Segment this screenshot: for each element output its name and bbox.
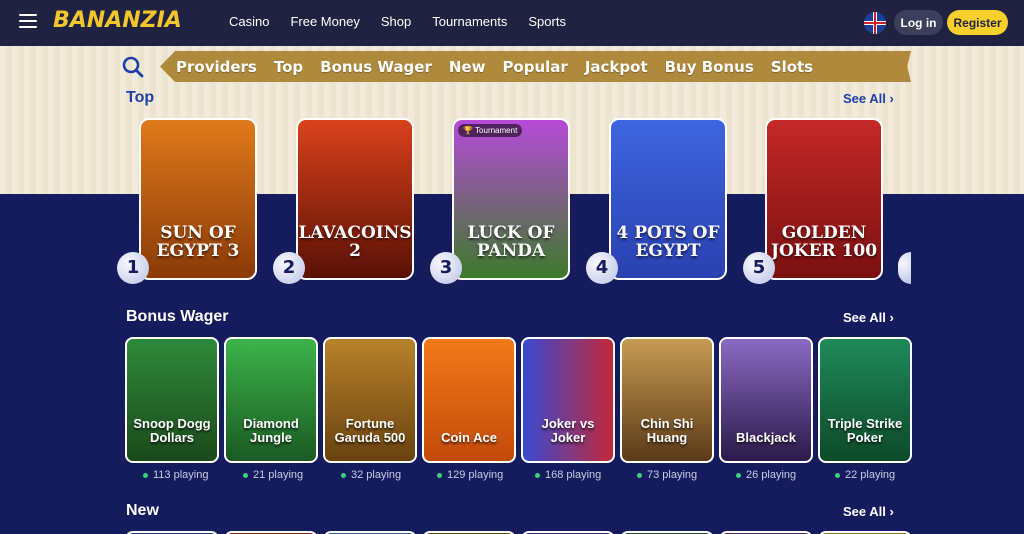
see-all-label: See All: [843, 91, 886, 106]
playing-count: 32 playing: [341, 469, 401, 481]
top-header: BANANZIA Casino Free Money Shop Tourname…: [0, 0, 1024, 46]
game-title: Joker vs Joker: [541, 416, 595, 445]
game-title: Snoop Dogg Dollars: [133, 416, 211, 445]
register-button[interactable]: Register: [947, 10, 1008, 35]
section-title-bonus-wager: Bonus Wager: [126, 308, 229, 325]
category-buy-bonus[interactable]: Buy Bonus: [665, 58, 754, 76]
game-card-bonus-1[interactable]: Snoop Dogg Dollars: [125, 337, 219, 463]
chevron-right-icon: ›: [889, 504, 894, 519]
chevron-right-icon: ›: [889, 310, 894, 325]
trophy-icon: 🏆: [463, 126, 473, 135]
game-card-top-1[interactable]: SUN OF EGYPT 3: [139, 118, 257, 280]
online-dot-icon: [437, 472, 442, 478]
main-nav: Casino Free Money Shop Tournaments Sport…: [229, 14, 587, 29]
playing-count: 129 playing: [437, 469, 503, 481]
playing-label: 113 playing: [153, 469, 209, 481]
playing-label: 21 playing: [253, 469, 304, 481]
game-title: SUN OF EGYPT 3: [156, 223, 240, 261]
category-top[interactable]: Top: [274, 58, 303, 76]
category-providers[interactable]: Providers: [176, 58, 257, 76]
tournament-badge-label: Tournament: [475, 126, 518, 135]
rank-badge-partial: [898, 252, 911, 284]
game-card-bonus-5[interactable]: Joker vs Joker: [521, 337, 615, 463]
category-popular[interactable]: Popular: [502, 58, 567, 76]
playing-count: 168 playing: [535, 469, 601, 481]
nav-free-money[interactable]: Free Money: [290, 14, 359, 29]
playing-label: 168 playing: [545, 469, 602, 481]
game-card-top-5[interactable]: GOLDEN JOKER 100: [765, 118, 883, 280]
rank-badge: 1: [117, 252, 149, 284]
login-button[interactable]: Log in: [894, 10, 943, 35]
online-dot-icon: [243, 472, 248, 478]
game-title: GOLDEN JOKER 100: [770, 223, 878, 261]
rank-badge: 2: [273, 252, 305, 284]
online-dot-icon: [341, 472, 346, 478]
nav-shop[interactable]: Shop: [381, 14, 411, 29]
playing-count: 113 playing: [143, 469, 208, 481]
game-title: Fortune Garuda 500: [334, 416, 406, 445]
menu-icon[interactable]: [19, 14, 37, 30]
playing-label: 32 playing: [351, 469, 402, 481]
game-card-bonus-2[interactable]: Diamond Jungle: [224, 337, 318, 463]
category-slots[interactable]: Slots: [771, 58, 813, 76]
online-dot-icon: [736, 472, 741, 478]
see-all-label: See All: [843, 504, 886, 519]
game-title: Diamond Jungle: [243, 416, 299, 445]
chevron-right-icon: ›: [889, 91, 894, 106]
see-all-new[interactable]: See All ›: [843, 504, 894, 519]
game-card-bonus-4[interactable]: Coin Ace: [422, 337, 516, 463]
playing-count: 22 playing: [835, 469, 895, 481]
rank-badge: 3: [430, 252, 462, 284]
online-dot-icon: [637, 472, 642, 478]
see-all-label: See All: [843, 310, 886, 325]
game-card-top-3[interactable]: 🏆 Tournament LUCK OF PANDA: [452, 118, 570, 280]
nav-sports[interactable]: Sports: [528, 14, 566, 29]
nav-tournaments[interactable]: Tournaments: [432, 14, 507, 29]
game-title: LUCK OF PANDA: [467, 223, 555, 261]
playing-label: 73 playing: [647, 469, 698, 481]
game-card-bonus-6[interactable]: Chin Shi Huang: [620, 337, 714, 463]
online-dot-icon: [835, 472, 840, 478]
game-card-bonus-3[interactable]: Fortune Garuda 500: [323, 337, 417, 463]
game-title: LAVACOINS 2: [298, 223, 412, 261]
category-new[interactable]: New: [449, 58, 486, 76]
playing-count: 73 playing: [637, 469, 697, 481]
rank-badge: 4: [586, 252, 618, 284]
game-title: Blackjack: [736, 430, 796, 445]
rank-badge: 5: [743, 252, 775, 284]
game-title: Coin Ace: [441, 430, 497, 445]
playing-label: 129 playing: [447, 469, 504, 481]
nav-casino[interactable]: Casino: [229, 14, 269, 29]
online-dot-icon: [535, 472, 540, 478]
category-jackpot[interactable]: Jackpot: [585, 58, 648, 76]
playing-count: 21 playing: [243, 469, 303, 481]
category-bonus-wager[interactable]: Bonus Wager: [320, 58, 432, 76]
game-title: Chin Shi Huang: [640, 416, 694, 445]
see-all-top[interactable]: See All ›: [843, 91, 894, 106]
category-bar: Providers Top Bonus Wager New Popular Ja…: [160, 51, 911, 82]
playing-label: 26 playing: [746, 469, 797, 481]
section-title-new: New: [126, 502, 159, 519]
game-title: Triple Strike Poker: [827, 416, 903, 445]
game-card-top-2[interactable]: LAVACOINS 2: [296, 118, 414, 280]
game-card-bonus-7[interactable]: Blackjack: [719, 337, 813, 463]
playing-count: 26 playing: [736, 469, 796, 481]
playing-label: 22 playing: [845, 469, 896, 481]
game-card-top-4[interactable]: 4 POTS OF EGYPT: [609, 118, 727, 280]
uk-flag-icon[interactable]: [864, 12, 886, 34]
tournament-badge: 🏆 Tournament: [458, 124, 523, 137]
see-all-bonus-wager[interactable]: See All ›: [843, 310, 894, 325]
section-title-top: Top: [126, 89, 155, 106]
search-icon[interactable]: [122, 56, 144, 78]
logo[interactable]: BANANZIA: [53, 8, 182, 33]
game-title: 4 POTS OF EGYPT: [616, 223, 720, 261]
game-card-bonus-8[interactable]: Triple Strike Poker: [818, 337, 912, 463]
online-dot-icon: [143, 472, 148, 478]
